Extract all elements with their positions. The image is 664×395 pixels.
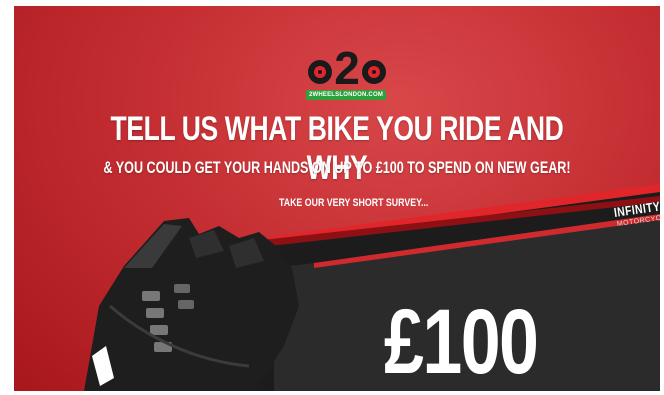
survey-link[interactable]: TAKE OUR VERY SHORT SURVEY... — [279, 197, 428, 209]
logo-wordmark: 2WHEELSLONDON.COM — [306, 90, 386, 100]
subheadline: & YOU COULD GET YOUR HANDS ON UP TO £100… — [103, 158, 571, 177]
gift-card-amount: £100 — [384, 291, 539, 391]
svg-text:2: 2 — [334, 42, 360, 94]
promo-banner[interactable]: 2 2WHEELSLONDON.COM TELL US WHAT BIKE YO… — [14, 6, 660, 391]
